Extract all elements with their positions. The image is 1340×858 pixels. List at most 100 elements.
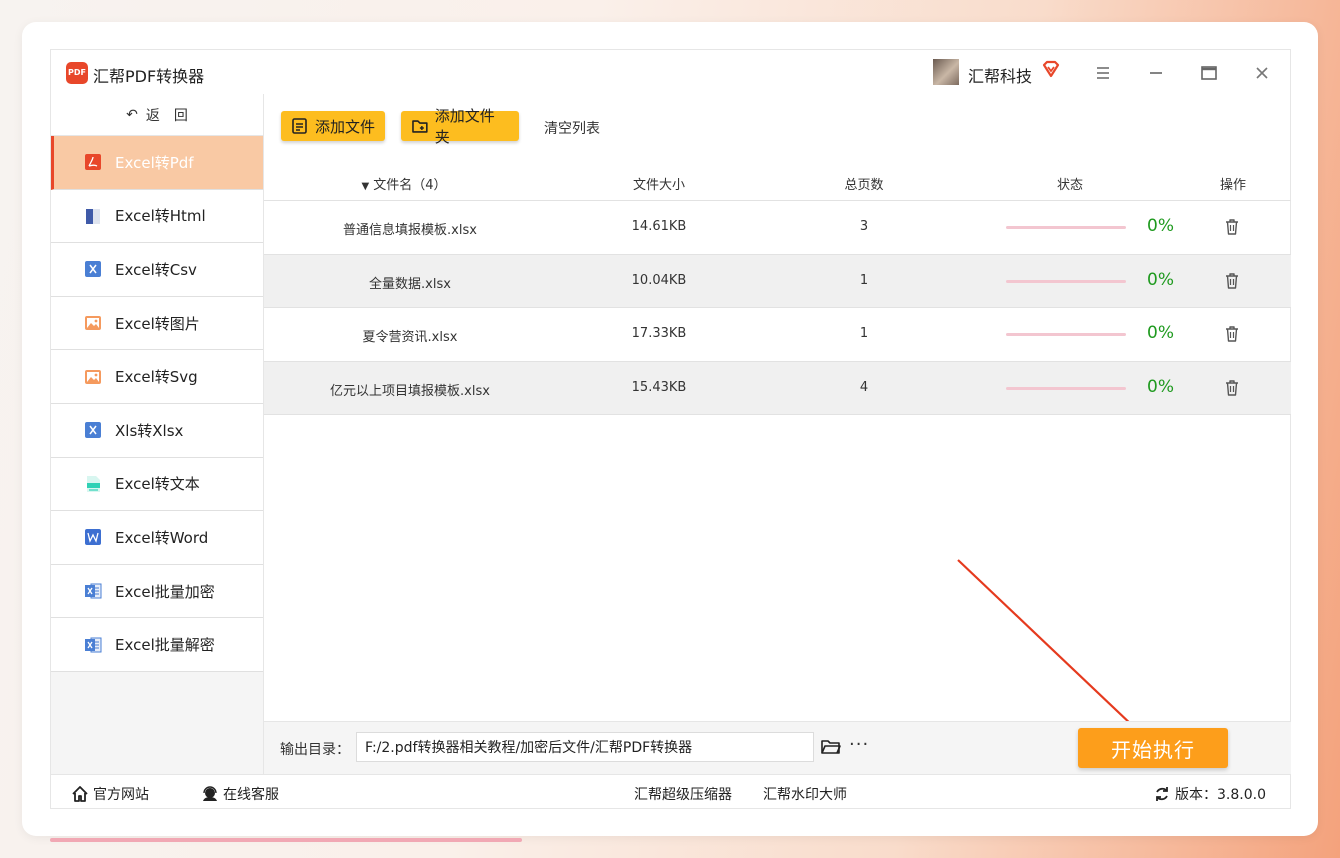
add-file-label: 添加文件 xyxy=(315,117,376,136)
header-action: 操作 xyxy=(1219,178,1247,193)
delete-icon[interactable] xyxy=(1224,325,1240,343)
cell-filesize: 15.43KB xyxy=(631,379,687,395)
more-options-icon[interactable]: ··· xyxy=(849,734,869,755)
app-logo-icon: PDF xyxy=(66,62,88,84)
sidebar-item-2[interactable]: Excel转Csv xyxy=(51,243,263,297)
sidebar-item-7[interactable]: Excel转Word xyxy=(51,511,263,565)
add-file-icon xyxy=(292,118,307,134)
delete-icon[interactable] xyxy=(1224,272,1240,290)
refresh-icon xyxy=(1156,787,1168,801)
app-title: 汇帮PDF转换器 xyxy=(93,67,205,86)
word-icon xyxy=(85,529,101,546)
progress-percent: 0% xyxy=(1147,323,1174,344)
close-icon[interactable] xyxy=(1251,62,1273,84)
sort-down-icon: ▼ xyxy=(361,181,370,192)
watermark-link[interactable]: 汇帮水印大师 xyxy=(763,784,847,804)
image-icon xyxy=(85,316,101,331)
compressor-link[interactable]: 汇帮超级压缩器 xyxy=(634,784,732,804)
sidebar-item-4[interactable]: Excel转Svg xyxy=(51,350,263,404)
cell-filename: 普通信息填报模板.xlsx xyxy=(343,223,477,238)
user-name[interactable]: 汇帮科技 xyxy=(968,63,1032,87)
cell-filename: 全量数据.xlsx xyxy=(369,276,451,292)
cell-pages: 3 xyxy=(859,219,869,234)
open-folder-icon[interactable] xyxy=(821,738,841,756)
back-arrow-icon: ↶ xyxy=(126,106,138,123)
sidebar-nav: Excel转Pdf Excel转Html Excel转Csv Excel转图片 Exce… xyxy=(51,136,263,672)
footer-bar: 官方网站 在线客服 汇帮超级压缩器 汇帮水印大师 版本：3.8.0.0 xyxy=(51,774,1290,809)
header-status: 状态 xyxy=(1056,178,1084,193)
sidebar-item-label: Excel批量解密 xyxy=(115,636,215,655)
excel-file-icon xyxy=(85,637,102,653)
image-icon xyxy=(85,369,101,384)
menu-icon[interactable] xyxy=(1092,62,1114,84)
sidebar-item-label: Excel转Csv xyxy=(115,260,197,279)
add-folder-button[interactable]: 添加文件夹 xyxy=(401,107,519,146)
sidebar-item-5[interactable]: Xls转Xlsx xyxy=(51,403,263,458)
header-filesize: 文件大小 xyxy=(632,178,686,193)
sidebar-item-label: Excel转图片 xyxy=(115,314,200,333)
delete-icon[interactable] xyxy=(1224,379,1240,397)
table-row[interactable]: 夏令营资讯.xlsx 17.33KB 1 0% xyxy=(264,308,1291,362)
version-label: 版本：3.8.0.0 xyxy=(1175,787,1266,803)
add-folder-label: 添加文件夹 xyxy=(434,107,495,146)
add-file-button[interactable]: 添加文件 xyxy=(281,111,385,141)
sidebar-item-label: Xls转Xlsx xyxy=(115,421,184,440)
user-avatar[interactable] xyxy=(933,59,959,85)
table-row[interactable]: 亿元以上项目填报模板.xlsx 15.43KB 4 0% xyxy=(264,361,1291,416)
sidebar-item-3[interactable]: Excel转图片 xyxy=(51,296,263,351)
progress-bar xyxy=(1006,333,1126,337)
progress-percent: 0% xyxy=(1147,376,1174,397)
html-doc-icon xyxy=(86,208,100,224)
header-filename[interactable]: ▼ 文件名（4） xyxy=(361,174,446,193)
sidebar: ↶ 返 回 Excel转Pdf Excel转Html Excel转Csv Excel转… xyxy=(51,94,264,774)
excel-file-icon xyxy=(85,583,102,599)
table-row[interactable]: 全量数据.xlsx 10.04KB 1 0% xyxy=(264,254,1291,309)
sidebar-item-8[interactable]: Excel批量加密 xyxy=(51,564,263,619)
cell-filesize: 10.04KB xyxy=(631,272,687,288)
title-bar: PDF 汇帮PDF转换器 汇帮科技 xyxy=(51,50,1290,94)
minimize-icon[interactable] xyxy=(1145,62,1167,84)
official-website-link[interactable]: 官方网站 xyxy=(71,784,149,804)
header-pages: 总页数 xyxy=(844,178,884,193)
cell-filename: 亿元以上项目填报模板.xlsx xyxy=(330,383,490,399)
back-button[interactable]: ↶ 返 回 xyxy=(51,94,263,136)
text-doc-icon xyxy=(87,475,100,492)
official-website-label: 官方网站 xyxy=(93,787,149,803)
output-dir-field[interactable] xyxy=(356,732,814,762)
sidebar-item-label: Excel转Html xyxy=(115,207,206,226)
progress-bar xyxy=(1006,279,1126,283)
pdf-icon xyxy=(85,154,101,171)
output-dir-label: 输出目录： xyxy=(280,742,350,758)
sidebar-item-label: Excel转Pdf xyxy=(115,153,194,172)
progress-percent: 0% xyxy=(1147,269,1174,290)
excel-x-icon xyxy=(85,422,101,439)
back-label: 返 回 xyxy=(145,107,188,124)
progress-bar xyxy=(1006,386,1126,390)
cell-filesize: 17.33KB xyxy=(631,326,687,342)
start-button[interactable]: 开始执行 xyxy=(1078,728,1228,768)
app-window: PDF 汇帮PDF转换器 汇帮科技 ↶ 返 回 Excel转Pdf Excel转H… xyxy=(50,49,1291,809)
progress-bar xyxy=(1006,226,1126,229)
vip-diamond-icon[interactable] xyxy=(1041,59,1061,79)
maximize-icon[interactable] xyxy=(1198,62,1220,84)
table-row[interactable]: 普通信息填报模板.xlsx 14.61KB 3 0% xyxy=(264,201,1291,255)
cell-filesize: 14.61KB xyxy=(631,219,687,234)
sidebar-item-1[interactable]: Excel转Html xyxy=(51,189,263,244)
online-support-link[interactable]: 在线客服 xyxy=(201,784,279,804)
home-icon xyxy=(72,786,88,802)
header-filename-label: 文件名（4） xyxy=(373,178,447,193)
delete-icon[interactable] xyxy=(1224,218,1240,236)
clear-list-button[interactable]: 清空列表 xyxy=(544,118,600,138)
cell-pages: 1 xyxy=(859,326,869,342)
headset-icon xyxy=(203,786,217,801)
cell-pages: 4 xyxy=(859,379,869,395)
table-header: ▼ 文件名（4） 文件大小 总页数 状态 操作 xyxy=(264,164,1291,201)
sidebar-item-0[interactable]: Excel转Pdf xyxy=(51,136,263,190)
sidebar-item-label: Excel转Svg xyxy=(115,368,198,387)
online-support-label: 在线客服 xyxy=(223,787,279,803)
sidebar-item-label: Excel转Word xyxy=(115,528,209,547)
sidebar-item-label: Excel批量加密 xyxy=(115,582,215,601)
version-info[interactable]: 版本：3.8.0.0 xyxy=(1153,784,1266,804)
sidebar-item-9[interactable]: Excel批量解密 xyxy=(51,618,263,672)
sidebar-item-6[interactable]: Excel转文本 xyxy=(51,457,263,512)
